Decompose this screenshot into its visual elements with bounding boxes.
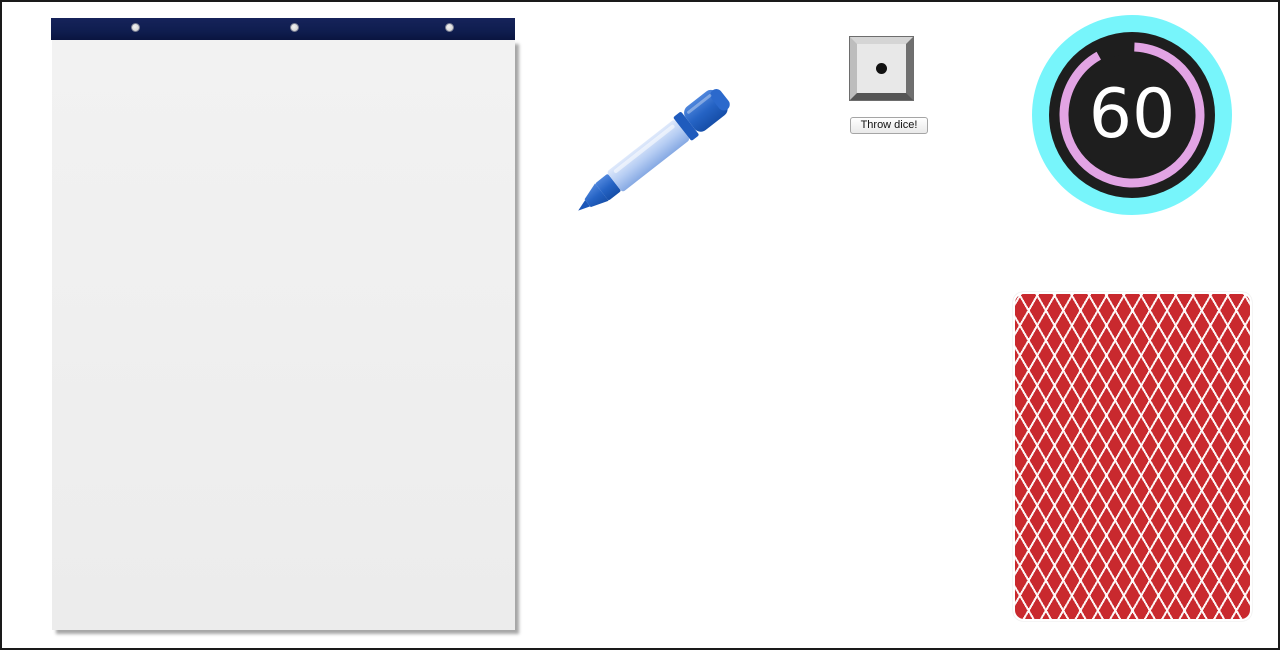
throw-dice-button[interactable]: Throw dice! [850,117,928,134]
card-pattern [1015,294,1250,619]
dice[interactable] [849,36,914,101]
binding-hole-icon [445,23,454,32]
dice-pip [876,63,887,74]
binding-hole-icon [290,23,299,32]
countdown-timer[interactable]: 60 [1032,15,1232,215]
binding-hole-icon [131,23,140,32]
flipchart-binding [51,18,515,40]
timer-value: 60 [1088,75,1176,154]
flipchart-pad[interactable] [51,18,521,632]
blue-marker-icon[interactable] [565,82,750,222]
card-back-icon[interactable] [1013,292,1252,621]
drawing-sheet[interactable] [52,40,515,630]
